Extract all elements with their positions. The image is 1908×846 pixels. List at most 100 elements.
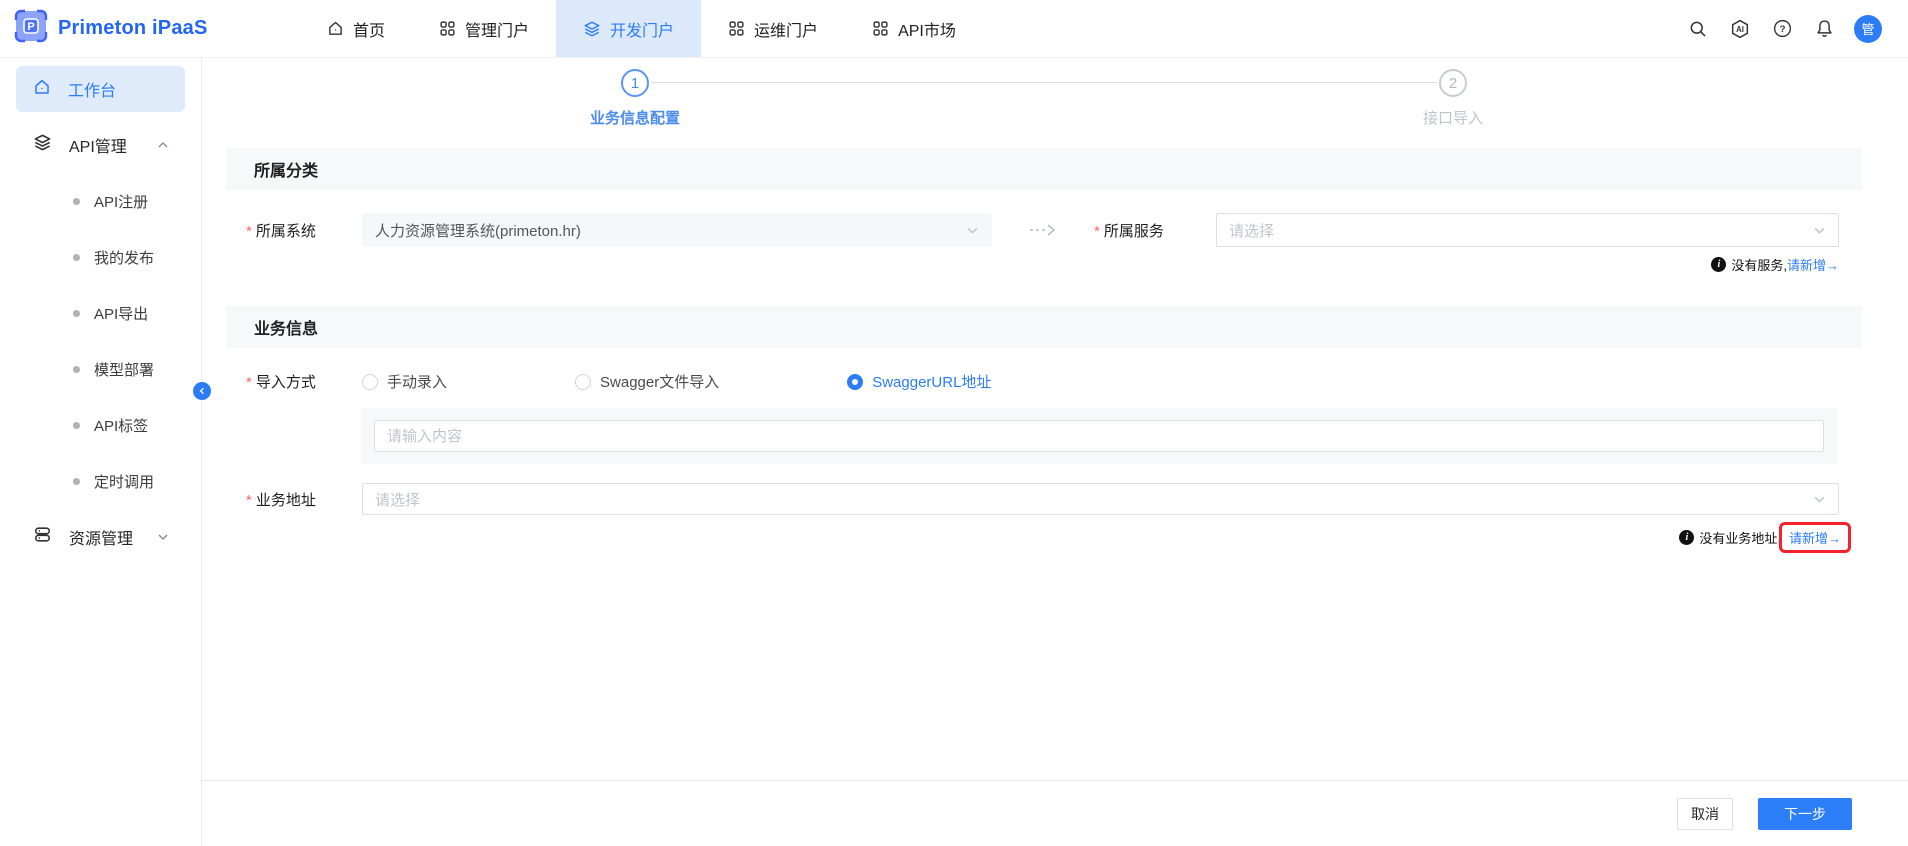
database-icon <box>33 525 52 549</box>
sidebar-item-label: 定时调用 <box>94 473 155 491</box>
sidebar-item-model-deploy[interactable]: 模型部署 <box>0 346 201 392</box>
brand[interactable]: P Primeton iPaaS <box>0 0 300 57</box>
sidebar-item-workbench[interactable]: 工作台 <box>16 66 185 112</box>
home-icon <box>327 20 344 37</box>
sidebar-item-api-register[interactable]: API注册 <box>0 178 201 224</box>
search-icon[interactable] <box>1686 17 1710 41</box>
grid-icon <box>439 20 456 37</box>
add-address-link[interactable]: 请新增→ <box>1789 528 1841 547</box>
radio-icon <box>847 373 864 390</box>
radio-swagger-url[interactable]: SwaggerURL地址 <box>847 371 991 392</box>
system-select-value: 人力资源管理系统(primeton.hr) <box>375 222 581 240</box>
sidebar-item-my-publish[interactable]: 我的发布 <box>0 234 201 280</box>
wizard-footer: 取消 下一步 <box>202 780 1908 846</box>
sidebar-item-label: API注册 <box>94 193 149 211</box>
step-2-label: 接口导入 <box>1422 110 1484 127</box>
sidebar-item-label: API管理 <box>69 139 127 156</box>
sidebar-item-label: 资源管理 <box>69 531 134 548</box>
chevron-down-icon <box>157 531 169 543</box>
bullet-icon <box>73 365 80 373</box>
sidebar-item-resource-management[interactable]: 资源管理 <box>16 514 185 560</box>
swagger-url-input[interactable] <box>374 420 1824 452</box>
user-avatar[interactable]: 管 <box>1854 14 1882 43</box>
grid-icon <box>872 20 889 37</box>
stepper-connector <box>651 82 1437 83</box>
step-1-circle: 1 <box>621 69 649 97</box>
brand-logo-icon: P <box>14 9 48 48</box>
import-mode-label: 导入方式 <box>246 371 362 392</box>
sidebar-item-label: 工作台 <box>68 83 117 100</box>
info-icon: i <box>1711 257 1727 272</box>
brand-name: Primeton iPaaS <box>58 17 208 39</box>
cancel-button[interactable]: 取消 <box>1677 797 1733 830</box>
highlight-red-box: 请新增→ <box>1778 522 1851 553</box>
section-title: 业务信息 <box>226 306 1862 348</box>
main-area: 1 2 业务信息配置 接口导入 所属分类 所属系统 人力资源管理系统(prime… <box>202 58 1908 846</box>
nav-item-home[interactable]: 首页 <box>300 0 412 57</box>
bullet-icon <box>73 253 80 261</box>
svg-text:?: ? <box>1779 24 1785 35</box>
layers-icon <box>33 133 52 157</box>
sidebar-item-api-management[interactable]: API管理 <box>16 122 185 168</box>
radio-swagger-file[interactable]: Swagger文件导入 <box>575 371 719 392</box>
stepper: 1 2 业务信息配置 接口导入 <box>226 58 1862 148</box>
add-service-link[interactable]: 请新增→ <box>1787 255 1839 274</box>
address-select-placeholder: 请选择 <box>375 491 421 509</box>
nav-item-ops-portal[interactable]: 运维门户 <box>701 0 845 57</box>
service-select[interactable]: 请选择 <box>1216 213 1839 247</box>
sidebar-item-scheduled-call[interactable]: 定时调用 <box>0 458 201 504</box>
sidebar-item-api-tags[interactable]: API标签 <box>0 402 201 448</box>
section-title: 所属分类 <box>226 148 1862 190</box>
sidebar-item-api-export[interactable]: API导出 <box>0 290 201 336</box>
business-address-select[interactable]: 请选择 <box>362 483 1839 515</box>
nav-item-admin-portal[interactable]: 管理门户 <box>412 0 556 57</box>
business-info-section: 业务信息 导入方式 手动录入 Swagger文件导入 <box>226 306 1862 569</box>
nav-item-dev-portal[interactable]: 开发门户 <box>556 0 702 57</box>
sidebar-item-label: API导出 <box>94 305 149 323</box>
chevron-down-icon <box>966 224 979 237</box>
grid-icon <box>728 20 745 37</box>
svg-text:P: P <box>27 21 34 33</box>
hint-text: 没有服务, <box>1731 258 1787 273</box>
chevron-down-icon <box>1813 224 1826 237</box>
bullet-icon <box>73 477 80 485</box>
next-step-button[interactable]: 下一步 <box>1758 797 1852 830</box>
system-label: 所属系统 <box>246 220 362 241</box>
info-icon: i <box>1679 530 1695 545</box>
nav-item-label: 开发门户 <box>610 22 675 40</box>
bullet-icon <box>73 421 80 429</box>
system-select: 人力资源管理系统(primeton.hr) <box>362 213 992 247</box>
sidebar-item-label: 我的发布 <box>94 249 155 267</box>
nav-item-label: 管理门户 <box>465 22 530 40</box>
business-address-label: 业务地址 <box>246 489 362 510</box>
navbar-tools: AI ? 管 <box>1686 0 1908 57</box>
dashed-arrow-icon <box>992 223 1094 237</box>
nav-item-api-market[interactable]: API市场 <box>845 0 983 57</box>
bell-icon[interactable] <box>1812 17 1836 41</box>
radio-icon <box>575 373 592 390</box>
service-label: 所属服务 <box>1094 220 1216 241</box>
swagger-url-panel <box>361 408 1837 464</box>
service-select-placeholder: 请选择 <box>1229 222 1275 240</box>
radio-manual-entry[interactable]: 手动录入 <box>362 371 447 392</box>
layers-icon <box>583 20 601 38</box>
sidebar-collapse-toggle[interactable] <box>193 382 211 400</box>
radio-label: 手动录入 <box>387 374 448 391</box>
ai-icon[interactable]: AI <box>1728 17 1752 41</box>
no-address-hint: i 没有业务地址, 请新增→ <box>246 520 1862 555</box>
step-1-label: 业务信息配置 <box>589 110 681 127</box>
home-icon <box>33 78 51 101</box>
hint-text: 没有业务地址, <box>1699 531 1781 546</box>
sidebar-item-label: API标签 <box>94 417 149 435</box>
radio-label: Swagger文件导入 <box>600 374 720 391</box>
step-2-circle: 2 <box>1439 69 1467 97</box>
svg-text:AI: AI <box>1736 24 1744 33</box>
radio-label: SwaggerURL地址 <box>872 374 992 391</box>
category-section: 所属分类 所属系统 人力资源管理系统(primeton.hr) <box>226 148 1862 288</box>
bullet-icon <box>73 197 80 205</box>
top-navbar: P Primeton iPaaS 首页 管理门户 开发门户 运维门户 API市场… <box>0 0 1908 58</box>
sidebar-item-label: 模型部署 <box>94 361 155 379</box>
sidebar: 工作台 API管理 API注册 我的发布 API导出 模型部署 API标签 定时… <box>0 58 211 846</box>
primary-nav: 首页 管理门户 开发门户 运维门户 API市场 <box>300 0 983 57</box>
help-icon[interactable]: ? <box>1770 17 1794 41</box>
